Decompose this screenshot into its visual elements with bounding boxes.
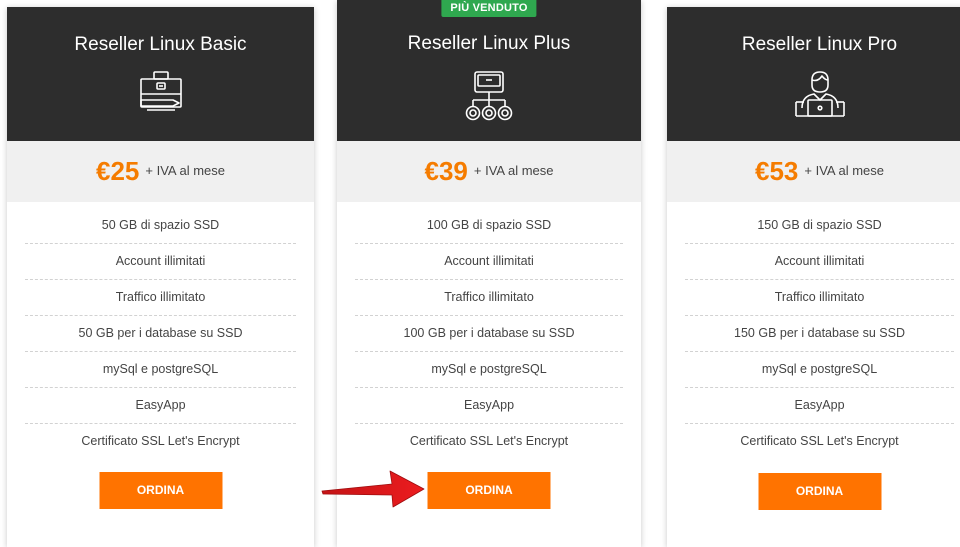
user-laptop-icon [792, 70, 848, 127]
feature-item: 50 GB per i database su SSD [25, 316, 296, 352]
feature-item: mySql e postgreSQL [25, 352, 296, 388]
feature-item: Certificato SSL Let's Encrypt [81, 434, 240, 448]
price-band: €25 + IVA al mese [7, 141, 314, 202]
plan-header: PIÙ VENDUTO Reseller Linux Plus [337, 0, 641, 141]
feature-item: Account illimitati [355, 244, 623, 280]
price-band: €53 + IVA al mese [667, 141, 960, 202]
feature-item: Certificato SSL Let's Encrypt [409, 434, 569, 448]
feature-item: Traffico illimitato [355, 280, 623, 316]
feature-item: 150 GB di spazio SSD [685, 208, 954, 244]
plan-card-pro: Reseller Linux Pro €53 + IVA al mese 150… [667, 7, 960, 547]
feature-item: 100 GB di spazio SSD [355, 208, 623, 244]
price-note: + IVA al mese [145, 163, 225, 178]
plan-card-basic: Reseller Linux Basic €25 + IVA al mese 5… [7, 7, 314, 547]
price-band: €39 + IVA al mese [337, 141, 641, 202]
network-icon [465, 70, 513, 129]
feature-item: Account illimitati [25, 244, 296, 280]
feature-item: Traffico illimitato [685, 280, 954, 316]
feature-item: EasyApp [355, 388, 623, 424]
plan-title: Reseller Linux Basic [74, 34, 247, 55]
price: €39 [424, 156, 468, 186]
feature-item: Account illimitati [685, 244, 954, 280]
feature-item: mySql e postgreSQL [685, 352, 954, 388]
price: €25 [96, 156, 140, 186]
plan-card-plus: PIÙ VENDUTO Reseller Linux Plus €39 + IV… [337, 0, 641, 547]
feature-item: 50 GB di spazio SSD [25, 208, 296, 244]
plan-title: Reseller Linux Pro [741, 34, 898, 55]
plan-header: Reseller Linux Basic [7, 7, 314, 141]
feature-list: 50 GB di spazio SSD Account illimitati T… [7, 202, 314, 459]
feature-item: Certificato SSL Let's Encrypt [740, 434, 899, 448]
feature-item: 100 GB per i database su SSD [355, 316, 623, 352]
feature-item: Traffico illimitato [25, 280, 296, 316]
best-seller-badge: PIÙ VENDUTO [441, 0, 537, 17]
price: €53 [755, 156, 799, 186]
feature-item: EasyApp [685, 388, 954, 424]
order-button[interactable]: ORDINA [758, 473, 881, 510]
feature-item: 150 GB per i database su SSD [685, 316, 954, 352]
pointer-arrow-icon [320, 467, 426, 516]
feature-item: mySql e postgreSQL [355, 352, 623, 388]
feature-item: EasyApp [25, 388, 296, 424]
feature-list: 150 GB di spazio SSD Account illimitati … [667, 202, 960, 459]
price-note: + IVA al mese [804, 163, 884, 178]
order-button[interactable]: ORDINA [427, 472, 551, 509]
plan-header: Reseller Linux Pro [667, 7, 960, 141]
briefcase-icon [135, 70, 187, 125]
feature-list: 100 GB di spazio SSD Account illimitati … [337, 202, 641, 459]
plan-title: Reseller Linux Plus [407, 33, 571, 54]
price-note: + IVA al mese [473, 163, 554, 178]
order-button[interactable]: ORDINA [99, 472, 222, 509]
